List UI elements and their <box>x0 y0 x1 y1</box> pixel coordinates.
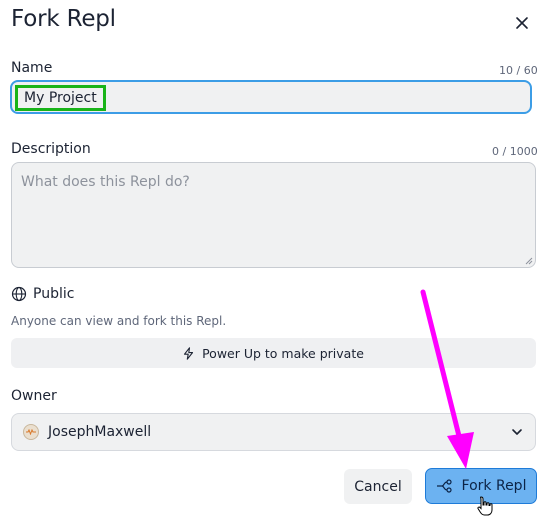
owner-name: JosephMaxwell <box>48 424 152 440</box>
fork-repl-button[interactable]: Fork Repl <box>425 468 537 504</box>
description-counter: 0 / 1000 <box>492 145 538 158</box>
resize-handle-icon[interactable] <box>523 255 533 265</box>
name-input-value: My Project <box>15 85 106 111</box>
description-label: Description <box>11 141 91 157</box>
visibility-label: Public <box>33 286 75 302</box>
name-label: Name <box>11 60 53 76</box>
lightning-icon <box>184 346 194 360</box>
globe-icon <box>11 286 27 302</box>
close-button[interactable] <box>510 11 534 35</box>
fork-repl-label: Fork Repl <box>461 478 527 494</box>
dialog-title: Fork Repl <box>11 6 116 32</box>
cancel-button[interactable]: Cancel <box>344 469 412 504</box>
visibility-description: Anyone can view and fork this Repl. <box>11 314 227 328</box>
name-counter: 10 / 60 <box>499 64 538 77</box>
avatar <box>23 424 39 440</box>
chevron-down-icon <box>512 429 522 435</box>
name-input[interactable]: My Project <box>10 80 532 114</box>
power-up-label: Power Up to make private <box>202 345 364 361</box>
owner-label: Owner <box>11 388 57 404</box>
fork-icon <box>436 479 452 493</box>
description-textarea[interactable]: What does this Repl do? <box>11 162 536 268</box>
close-icon <box>516 17 528 29</box>
owner-select[interactable]: JosephMaxwell <box>11 413 536 451</box>
power-up-button[interactable]: Power Up to make private <box>11 338 536 368</box>
description-placeholder: What does this Repl do? <box>21 174 190 190</box>
visibility-row: Public <box>11 286 74 302</box>
